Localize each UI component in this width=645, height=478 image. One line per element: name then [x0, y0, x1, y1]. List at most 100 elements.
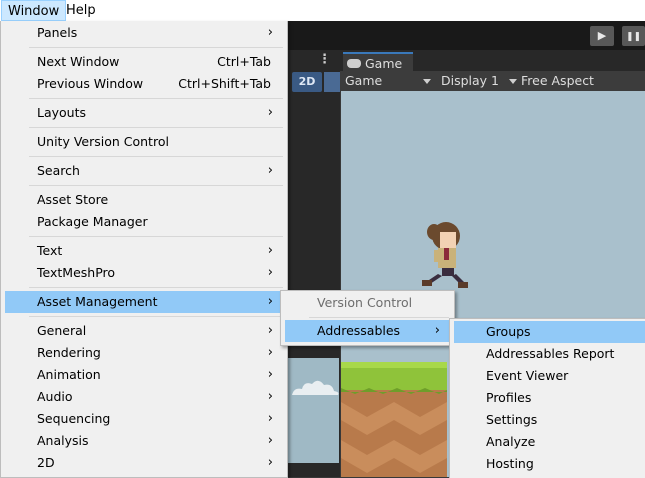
menu-item-textmeshpro[interactable]: TextMeshPro ›	[5, 262, 283, 284]
menu-item-analysis[interactable]: Analysis ›	[5, 430, 283, 452]
menu-item-label: Addressables	[317, 323, 401, 338]
menu-separator	[309, 317, 449, 318]
chevron-down-icon	[509, 79, 517, 84]
menu-item-label: Animation	[37, 367, 101, 382]
menu-item-label: General	[37, 323, 87, 338]
game-view-dropdown-label: Game	[345, 73, 383, 88]
menu-item-event-viewer[interactable]: Event Viewer	[454, 365, 645, 387]
addressables-submenu: Groups Addressables Report Event Viewer …	[449, 318, 645, 478]
menu-help[interactable]: Help	[60, 0, 102, 21]
display-dropdown-label: Display 1	[441, 73, 500, 88]
menu-item-rendering[interactable]: Rendering ›	[5, 342, 283, 364]
play-icon: ▶	[597, 29, 607, 42]
menu-item-label: TextMeshPro	[37, 265, 116, 280]
scene-cloud-image	[292, 380, 339, 395]
menu-item-addressables[interactable]: Addressables ›	[285, 320, 450, 342]
menu-item-label: Asset Management	[37, 294, 158, 309]
menu-item-label: Addressables Report	[486, 346, 615, 361]
menu-item-label: Sequencing	[37, 411, 111, 426]
menu-item-search[interactable]: Search ›	[5, 160, 283, 182]
menu-item-hosting[interactable]: Hosting	[454, 453, 645, 475]
gamepad-icon	[347, 59, 361, 68]
menu-item-label: Audio	[37, 389, 73, 404]
menu-item-2d[interactable]: 2D ›	[5, 452, 283, 474]
menu-item-label: Package Manager	[37, 214, 148, 229]
pause-icon: ❚❚	[625, 32, 642, 42]
menu-item-label: Text	[37, 243, 63, 258]
menu-item-addressables-report[interactable]: Addressables Report	[454, 343, 645, 365]
menu-separator	[29, 236, 283, 237]
chevron-right-icon: ›	[267, 367, 273, 382]
menu-item-shortcut: Ctrl+Tab	[217, 54, 271, 69]
menu-item-label: Version Control	[317, 295, 413, 310]
play-button[interactable]: ▶	[590, 26, 614, 46]
menu-item-text[interactable]: Text ›	[5, 240, 283, 262]
menu-item-label: 2D	[37, 455, 55, 470]
aspect-dropdown[interactable]: Free Aspect	[521, 71, 631, 91]
menu-item-package-manager[interactable]: Package Manager	[5, 211, 283, 233]
menu-item-label: Profiles	[486, 390, 532, 405]
tab-game[interactable]: Game	[343, 52, 413, 71]
tab-game-label: Game	[365, 56, 403, 71]
menu-item-asset-store[interactable]: Asset Store	[5, 189, 283, 211]
display-dropdown[interactable]: Display 1	[441, 71, 517, 91]
menu-item-label: Next Window	[37, 54, 120, 69]
menu-item-version-control: Version Control	[285, 292, 450, 314]
menu-item-general[interactable]: General ›	[5, 320, 283, 342]
ground-tile-image	[341, 362, 447, 477]
menu-item-layouts[interactable]: Layouts ›	[5, 102, 283, 124]
menu-item-settings[interactable]: Settings	[454, 409, 645, 431]
menu-item-unity-version-control[interactable]: Unity Version Control	[5, 131, 283, 153]
menu-item-animation[interactable]: Animation ›	[5, 364, 283, 386]
chevron-right-icon: ›	[267, 389, 273, 404]
menu-item-audio[interactable]: Audio ›	[5, 386, 283, 408]
menu-item-sequencing[interactable]: Sequencing ›	[5, 408, 283, 430]
menu-item-label: Rendering	[37, 345, 101, 360]
menu-item-label: Asset Store	[37, 192, 109, 207]
menu-item-groups[interactable]: Groups	[454, 321, 645, 343]
character-sprite	[422, 222, 468, 288]
menu-item-profiles[interactable]: Profiles	[454, 387, 645, 409]
chevron-right-icon: ›	[267, 265, 273, 280]
window-menu: Panels › Next Window Ctrl+Tab Previous W…	[0, 21, 288, 478]
chevron-down-icon	[423, 79, 431, 84]
menu-item-label: Event Viewer	[486, 368, 569, 383]
menu-bar: Window Help	[0, 0, 645, 21]
scene-view-sky	[287, 358, 339, 463]
menu-window[interactable]: Window	[1, 0, 67, 21]
menu-item-next-window[interactable]: Next Window Ctrl+Tab	[5, 51, 283, 73]
menu-separator	[29, 156, 283, 157]
menu-separator	[29, 47, 283, 48]
menu-item-analyze[interactable]: Analyze	[454, 431, 645, 453]
chevron-right-icon: ›	[267, 243, 273, 258]
menu-item-asset-management[interactable]: Asset Management ›	[5, 291, 283, 313]
scene-toolbar-button[interactable]	[324, 72, 340, 92]
chevron-right-icon: ›	[267, 345, 273, 360]
menu-item-label: Hosting	[486, 456, 534, 471]
game-view-dropdown[interactable]: Game	[345, 71, 431, 91]
chevron-right-icon: ›	[267, 323, 273, 338]
chevron-right-icon: ›	[267, 163, 273, 178]
menu-item-panels[interactable]: Panels ›	[5, 22, 283, 44]
chevron-right-icon: ›	[267, 105, 273, 120]
pause-button[interactable]: ❚❚	[622, 26, 645, 46]
menu-item-shortcut: Ctrl+Shift+Tab	[178, 76, 271, 91]
chevron-right-icon: ›	[267, 411, 273, 426]
scene-2d-toggle[interactable]: 2D	[292, 72, 322, 92]
menu-separator	[29, 98, 283, 99]
menu-separator	[29, 185, 283, 186]
chevron-right-icon: ›	[434, 323, 440, 338]
menu-separator	[29, 287, 283, 288]
menu-item-previous-window[interactable]: Previous Window Ctrl+Shift+Tab	[5, 73, 283, 95]
kebab-menu-icon[interactable]: ⋮	[318, 52, 331, 68]
menu-separator	[29, 127, 283, 128]
menu-item-label: Search	[37, 163, 80, 178]
menu-item-label: Previous Window	[37, 76, 144, 91]
menu-separator	[29, 316, 283, 317]
asset-management-submenu: Version Control Addressables ›	[280, 290, 455, 346]
chevron-right-icon: ›	[267, 25, 273, 40]
menu-item-label: Panels	[37, 25, 78, 40]
chevron-right-icon: ›	[267, 455, 273, 470]
menu-item-label: Groups	[486, 324, 531, 339]
menu-item-label: Analyze	[486, 434, 536, 449]
